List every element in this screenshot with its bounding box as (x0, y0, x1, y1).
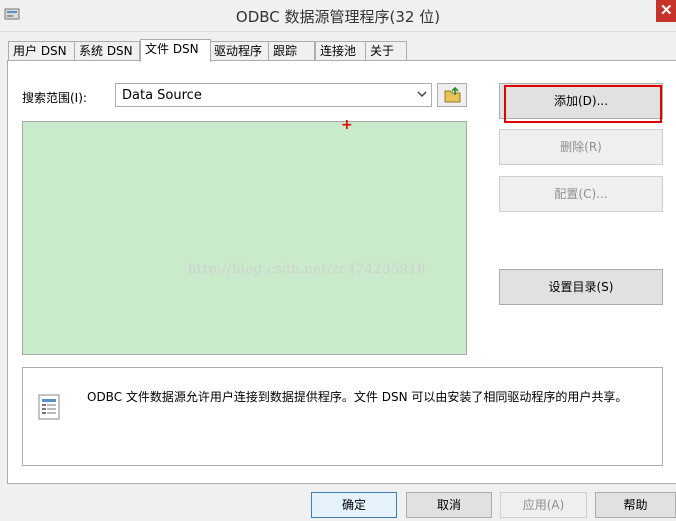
tab-about[interactable]: 关于 (365, 41, 407, 61)
cursor-crosshair: + (341, 117, 353, 133)
tab-system-dsn[interactable]: 系统 DSN (74, 41, 140, 61)
tab-drivers[interactable]: 驱动程序 (209, 41, 270, 61)
close-icon: ✕ (660, 2, 673, 19)
folder-up-icon (444, 86, 461, 103)
tab-file-dsn[interactable]: 文件 DSN (140, 39, 211, 62)
search-scope-label: 搜索范围(I): (22, 91, 87, 105)
tab-user-dsn[interactable]: 用户 DSN (8, 41, 76, 61)
search-scope-dropdown[interactable]: Data Source (115, 83, 432, 107)
watermark-text: http://blog.csdn.net/zc474235918 (188, 262, 427, 277)
delete-button[interactable]: 删除(R) (499, 129, 663, 165)
file-dsn-list[interactable] (22, 121, 467, 355)
tab-tracing[interactable]: 跟踪 (268, 41, 315, 61)
apply-button[interactable]: 应用(A) (500, 492, 587, 518)
ok-button[interactable]: 确定 (311, 492, 397, 518)
highlight-box (504, 85, 662, 123)
add-button[interactable]: 添加(D)... (499, 83, 663, 123)
chevron-down-icon (417, 91, 427, 98)
title-bar: ODBC 数据源管理程序(32 位) ✕ (0, 0, 676, 32)
info-description: ODBC 文件数据源允许用户连接到数据提供程序。文件 DSN 可以由安装了相同驱… (87, 390, 628, 404)
search-scope-value: Data Source (122, 88, 202, 103)
config-button[interactable]: 配置(C)... (499, 176, 663, 212)
help-button[interactable]: 帮助 (595, 492, 676, 518)
cancel-button[interactable]: 取消 (406, 492, 492, 518)
up-one-level-button[interactable] (437, 83, 467, 107)
tab-connection-pool[interactable]: 连接池 (315, 41, 367, 61)
close-button[interactable]: ✕ (656, 0, 676, 22)
set-directory-button[interactable]: 设置目录(S) (499, 269, 663, 305)
info-box: ODBC 文件数据源允许用户连接到数据提供程序。文件 DSN 可以由安装了相同驱… (22, 367, 663, 466)
data-source-icon (38, 394, 60, 420)
window-title: ODBC 数据源管理程序(32 位) (235, 8, 441, 26)
